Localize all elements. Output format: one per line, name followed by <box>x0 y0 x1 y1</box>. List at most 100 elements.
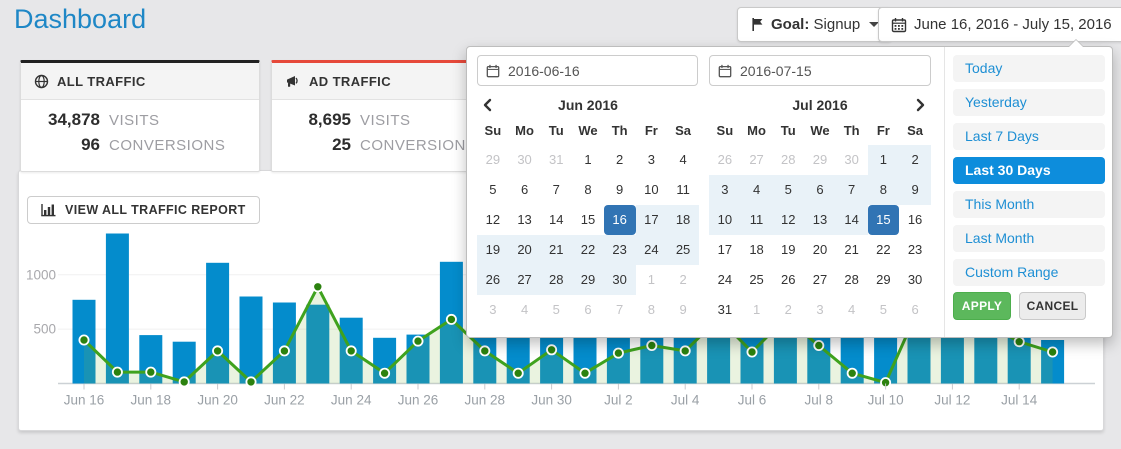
calendar-day[interactable]: 2 <box>899 145 931 175</box>
calendar-day[interactable]: 27 <box>741 145 773 175</box>
calendar-day[interactable]: 22 <box>868 235 900 265</box>
calendar-day[interactable]: 3 <box>477 295 509 325</box>
calendar-day[interactable]: 30 <box>836 145 868 175</box>
calendar-day[interactable]: 25 <box>741 265 773 295</box>
calendar-day[interactable]: 5 <box>772 175 804 205</box>
calendar-day[interactable]: 9 <box>667 295 699 325</box>
goal-dropdown-button[interactable]: Goal: Signup <box>737 7 892 42</box>
calendar-day[interactable]: 15 <box>868 205 900 235</box>
range-item[interactable]: Last 7 Days <box>953 123 1105 150</box>
calendar-day[interactable]: 19 <box>772 235 804 265</box>
calendar-day[interactable]: 3 <box>804 295 836 325</box>
calendar-day[interactable]: 5 <box>477 175 509 205</box>
calendar-day[interactable]: 27 <box>804 265 836 295</box>
calendar-day[interactable]: 14 <box>836 205 868 235</box>
calendar-day[interactable]: 20 <box>509 235 541 265</box>
calendar-day[interactable]: 31 <box>709 295 741 325</box>
calendar-day[interactable]: 28 <box>540 265 572 295</box>
calendar-day[interactable]: 18 <box>741 235 773 265</box>
calendar-day[interactable]: 10 <box>709 205 741 235</box>
calendar-day[interactable]: 29 <box>804 145 836 175</box>
calendar-day[interactable]: 10 <box>636 175 668 205</box>
cancel-button[interactable]: CANCEL <box>1019 292 1086 320</box>
calendar-day[interactable]: 25 <box>667 235 699 265</box>
calendar-day[interactable]: 1 <box>741 295 773 325</box>
calendar-day[interactable]: 4 <box>741 175 773 205</box>
calendar-day[interactable]: 11 <box>667 175 699 205</box>
calendar-day[interactable]: 26 <box>477 265 509 295</box>
calendar-day[interactable]: 6 <box>899 295 931 325</box>
calendar-day[interactable]: 29 <box>868 265 900 295</box>
calendar-day[interactable]: 7 <box>604 295 636 325</box>
calendar-day[interactable]: 16 <box>899 205 931 235</box>
calendar-day[interactable]: 8 <box>572 175 604 205</box>
range-item[interactable]: Last 30 Days <box>953 157 1105 184</box>
calendar-day[interactable]: 21 <box>540 235 572 265</box>
calendar-day[interactable]: 4 <box>667 145 699 175</box>
view-all-traffic-report-button[interactable]: VIEW ALL TRAFFIC REPORT <box>27 196 260 224</box>
calendar-day[interactable]: 2 <box>667 265 699 295</box>
calendar-day[interactable]: 26 <box>772 265 804 295</box>
calendar-day[interactable]: 5 <box>540 295 572 325</box>
calendar-day[interactable]: 30 <box>604 265 636 295</box>
calendar-day[interactable]: 22 <box>572 235 604 265</box>
calendar-day[interactable]: 6 <box>572 295 604 325</box>
range-item[interactable]: Today <box>953 55 1105 82</box>
calendar-day[interactable]: 30 <box>899 265 931 295</box>
calendar-day[interactable]: 28 <box>772 145 804 175</box>
calendar-day[interactable]: 30 <box>509 145 541 175</box>
calendar-day[interactable]: 1 <box>868 145 900 175</box>
calendar-day[interactable]: 15 <box>572 205 604 235</box>
calendar-day[interactable]: 2 <box>772 295 804 325</box>
calendar-day[interactable]: 4 <box>509 295 541 325</box>
calendar-day[interactable]: 9 <box>899 175 931 205</box>
prev-month-button[interactable] <box>477 94 497 116</box>
calendar-day[interactable]: 31 <box>540 145 572 175</box>
calendar-day[interactable]: 13 <box>804 205 836 235</box>
calendar-day[interactable]: 8 <box>636 295 668 325</box>
range-item[interactable]: Yesterday <box>953 89 1105 116</box>
calendar-day[interactable]: 2 <box>604 145 636 175</box>
calendar-day[interactable]: 17 <box>709 235 741 265</box>
calendar-day[interactable]: 14 <box>540 205 572 235</box>
calendar-day[interactable]: 24 <box>709 265 741 295</box>
range-item[interactable]: Last Month <box>953 225 1105 252</box>
calendar-day[interactable]: 3 <box>636 145 668 175</box>
calendar-day[interactable]: 1 <box>636 265 668 295</box>
calendar-day[interactable]: 23 <box>604 235 636 265</box>
calendar-day[interactable]: 4 <box>836 295 868 325</box>
calendar-day[interactable]: 24 <box>636 235 668 265</box>
calendar-day[interactable]: 12 <box>772 205 804 235</box>
calendar-day[interactable]: 7 <box>540 175 572 205</box>
next-month-button[interactable] <box>911 94 931 116</box>
calendar-day[interactable]: 8 <box>868 175 900 205</box>
calendar-day[interactable]: 20 <box>804 235 836 265</box>
start-date-input[interactable] <box>506 62 689 80</box>
range-item[interactable]: This Month <box>953 191 1105 218</box>
calendar-day[interactable]: 23 <box>899 235 931 265</box>
calendar-day[interactable]: 21 <box>836 235 868 265</box>
calendar-day[interactable]: 17 <box>636 205 668 235</box>
calendar-day[interactable]: 28 <box>836 265 868 295</box>
calendar-day[interactable]: 5 <box>868 295 900 325</box>
calendar-day[interactable]: 13 <box>509 205 541 235</box>
range-item[interactable]: Custom Range <box>953 259 1105 286</box>
calendar-day[interactable]: 16 <box>604 205 636 235</box>
calendar-day[interactable]: 29 <box>572 265 604 295</box>
calendar-day[interactable]: 19 <box>477 235 509 265</box>
calendar-day[interactable]: 9 <box>604 175 636 205</box>
calendar-day[interactable]: 18 <box>667 205 699 235</box>
calendar-day[interactable]: 6 <box>509 175 541 205</box>
calendar-day[interactable]: 29 <box>477 145 509 175</box>
apply-button[interactable]: APPLY <box>953 292 1011 320</box>
calendar-day[interactable]: 1 <box>572 145 604 175</box>
calendar-day[interactable]: 26 <box>709 145 741 175</box>
daterange-dropdown-button[interactable]: June 16, 2016 - July 15, 2016 <box>878 7 1121 42</box>
calendar-day[interactable]: 7 <box>836 175 868 205</box>
calendar-day[interactable]: 27 <box>509 265 541 295</box>
calendar-day[interactable]: 11 <box>741 205 773 235</box>
calendar-day[interactable]: 6 <box>804 175 836 205</box>
calendar-day[interactable]: 3 <box>709 175 741 205</box>
end-date-input[interactable] <box>738 62 922 80</box>
calendar-day[interactable]: 12 <box>477 205 509 235</box>
